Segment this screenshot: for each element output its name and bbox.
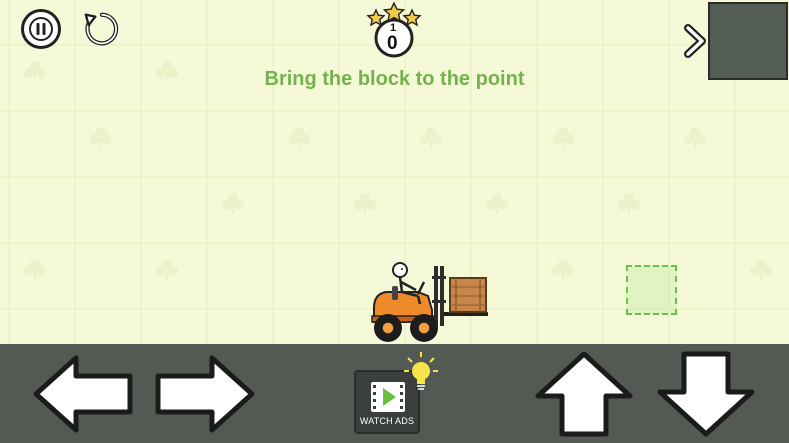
- clover-decoration: [24, 259, 46, 280]
- lightbulb-icon[interactable]: [404, 352, 438, 392]
- restart-button[interactable]: [82, 9, 122, 49]
- clover-decoration: [288, 127, 310, 148]
- target-zone: [626, 265, 677, 315]
- score-bottom: 0: [387, 33, 398, 54]
- clover-decoration: [552, 259, 574, 280]
- arrow-left-icon[interactable]: [30, 352, 136, 436]
- clover-decoration: [618, 193, 640, 214]
- arrow-up-icon[interactable]: [532, 350, 636, 438]
- arrow-right-icon[interactable]: [152, 352, 258, 436]
- restart-icon: [84, 12, 119, 46]
- clover-decoration: [90, 127, 112, 148]
- arrow-down-icon[interactable]: [654, 350, 758, 438]
- crate: [449, 277, 487, 313]
- clover-decoration: [354, 193, 376, 214]
- clover-decoration: [552, 127, 574, 148]
- level-minimap: [708, 2, 788, 80]
- pause-button[interactable]: [21, 9, 61, 49]
- chevron-right-icon[interactable]: [680, 24, 710, 58]
- clover-decoration: [750, 259, 772, 280]
- clover-decoration: [684, 127, 706, 148]
- level-instruction: Bring the block to the point: [264, 68, 525, 90]
- forklift-with-crate: [371, 262, 488, 342]
- video-play-icon: [371, 382, 405, 412]
- clover-decoration: [420, 127, 442, 148]
- clover-decoration: [156, 259, 178, 280]
- score-badge: 1 0: [364, 1, 424, 58]
- clover-decoration: [486, 193, 508, 214]
- watch-ads-label: WATCH ADS: [359, 416, 415, 426]
- pause-icon: [29, 17, 53, 41]
- clover-decoration: [222, 193, 244, 214]
